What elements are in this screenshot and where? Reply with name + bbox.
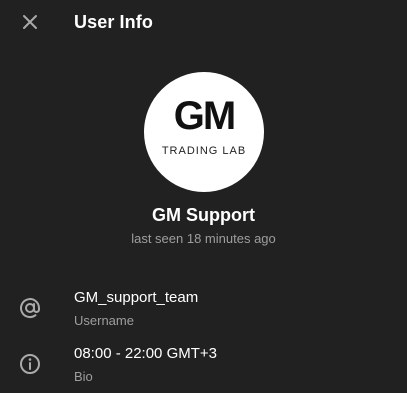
bio-label: Bio xyxy=(74,369,93,384)
avatar-logo-text: GM xyxy=(173,94,236,138)
username-label: Username xyxy=(74,313,134,328)
last-seen-status: last seen 18 minutes ago xyxy=(131,231,276,246)
username-value: GM_support_team xyxy=(74,289,199,306)
username-row[interactable]: GM_support_team Username xyxy=(0,286,407,336)
info-icon xyxy=(18,352,42,376)
avatar-logo-subtitle: TRADING LAB xyxy=(161,145,247,157)
bio-value: 08:00 - 22:00 GMT+3 xyxy=(74,345,217,362)
close-icon[interactable] xyxy=(21,13,39,36)
header: User Info xyxy=(0,0,407,48)
avatar[interactable]: GM TRADING LAB xyxy=(144,72,264,192)
at-sign-icon xyxy=(18,296,42,320)
close-button[interactable] xyxy=(14,8,46,40)
user-info-panel: User Info GM TRADING LAB GM Support last… xyxy=(0,0,407,393)
profile-name: GM Support xyxy=(152,205,255,225)
bio-row[interactable]: 08:00 - 22:00 GMT+3 Bio xyxy=(0,342,407,392)
page-title: User Info xyxy=(74,12,153,32)
